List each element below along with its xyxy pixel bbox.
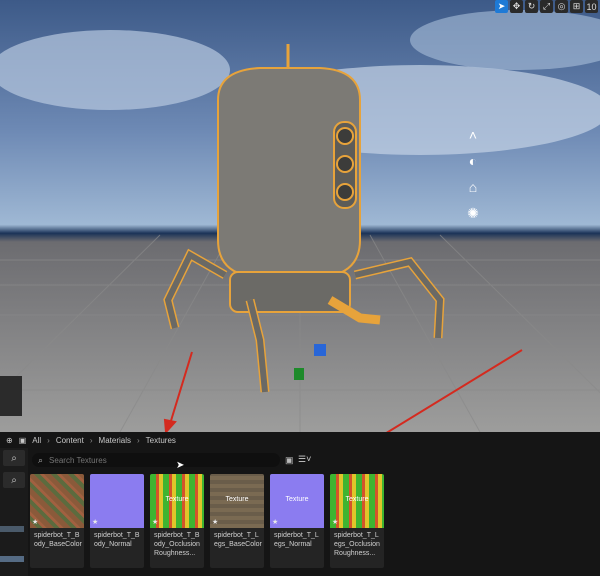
breadcrumb-content[interactable]: Content: [56, 436, 84, 445]
history-icon[interactable]: ⊕: [6, 436, 13, 445]
asset-name: spiderbot_T_Legs_Normal: [274, 532, 319, 548]
level-viewport[interactable]: ➤ ✥ ↻ ⤢ ◎ ⊞ 10 ˄ ◐ ⌂ ✺: [0, 0, 600, 432]
breadcrumb-materials[interactable]: Materials: [99, 436, 131, 445]
thumbnail-type-label: Texture: [165, 496, 189, 503]
favorite-star-icon[interactable]: ★: [32, 518, 38, 526]
favorite-star-icon[interactable]: ★: [92, 518, 98, 526]
search-icon: ⌕: [38, 454, 44, 465]
scene-render: [0, 10, 600, 432]
translate-mode-button[interactable]: ✥: [510, 0, 523, 13]
viewport-toolbar: ➤ ✥ ↻ ⤢ ◎ ⊞ 10: [493, 0, 600, 14]
favorite-star-icon[interactable]: ★: [332, 518, 338, 526]
asset-name: spiderbot_T_Legs_BaseColor: [214, 532, 262, 548]
favorite-star-icon[interactable]: ★: [152, 518, 158, 526]
details-panel-stub: [0, 376, 22, 416]
asset-tile[interactable]: ★ spiderbot_T_Body_Normal: [90, 474, 144, 568]
search-sources-icon[interactable]: ⌕: [3, 472, 25, 488]
directional-light-icon[interactable]: ◐: [462, 150, 484, 172]
breadcrumb-textures[interactable]: Textures: [146, 436, 176, 445]
asset-tile[interactable]: Texture ★ spiderbot_T_Legs_Normal: [270, 474, 324, 568]
world-space-button[interactable]: ◎: [555, 0, 568, 13]
asset-name: spiderbot_T_Body_BaseColor: [34, 532, 82, 548]
asset-tile[interactable]: Texture ★ spiderbot_T_Legs_Occlusion Rou…: [330, 474, 384, 568]
asset-name: spiderbot_T_Legs_Occlusion Roughness...: [334, 532, 380, 557]
asset-grid: ★ spiderbot_T_Body_BaseColor ★ spiderbot…: [30, 474, 384, 568]
asset-name: spiderbot_T_Body_Normal: [94, 532, 140, 548]
asset-tile[interactable]: Texture ★ spiderbot_T_Body_Occlusion Rou…: [150, 474, 204, 568]
content-browser: ⊕ ▣ All › Content › Materials › Textures…: [0, 432, 600, 576]
favorite-star-icon[interactable]: ★: [272, 518, 278, 526]
asset-search: ⌕: [32, 453, 280, 467]
thumbnail-type-label: Texture: [225, 496, 249, 503]
thumbnail-type-label: Texture: [285, 496, 309, 503]
breadcrumb-all[interactable]: All: [32, 436, 41, 445]
save-search-icon[interactable]: ▣: [285, 455, 294, 466]
folder-icon[interactable]: ▣: [19, 436, 27, 445]
camera-speed-button[interactable]: 10: [585, 0, 598, 13]
light-source-icon[interactable]: ✺: [462, 202, 484, 224]
thumbnail-type-label: Texture: [345, 496, 369, 503]
camera-speed-value: 10: [586, 1, 597, 12]
sources-toolbar: ⌕ ⌕: [0, 448, 28, 576]
sources-row-selected[interactable]: [0, 556, 24, 562]
breadcrumb-separator-icon: ›: [136, 435, 140, 445]
breadcrumb-separator-icon: ›: [89, 435, 93, 445]
search-icon[interactable]: ⌕: [3, 450, 25, 466]
sources-row[interactable]: [0, 526, 24, 532]
rotate-mode-button[interactable]: ↻: [525, 0, 538, 13]
filter-dropdown-icon[interactable]: ☰˅: [298, 454, 311, 465]
asset-tile[interactable]: ★ spiderbot_T_Body_BaseColor: [30, 474, 84, 568]
scale-mode-button[interactable]: ⤢: [540, 0, 553, 13]
sky-light-icon[interactable]: ⌂: [462, 176, 484, 198]
select-mode-button[interactable]: ➤: [495, 0, 508, 13]
favorite-star-icon[interactable]: ★: [212, 518, 218, 526]
asset-tile[interactable]: Texture ★ spiderbot_T_Legs_BaseColor: [210, 474, 264, 568]
surface-snap-button[interactable]: ⊞: [570, 0, 583, 13]
sun-height-up-icon[interactable]: ˄: [462, 124, 484, 146]
viewport-lighting-gizmos: ˄ ◐ ⌂ ✺: [458, 124, 488, 228]
breadcrumb-separator-icon: ›: [47, 435, 50, 445]
breadcrumb: ⊕ ▣ All › Content › Materials › Textures: [0, 432, 600, 448]
asset-name: spiderbot_T_Body_Occlusion Roughness...: [154, 532, 200, 557]
search-input[interactable]: [47, 454, 272, 466]
mouse-cursor-icon: ➤: [176, 460, 185, 471]
